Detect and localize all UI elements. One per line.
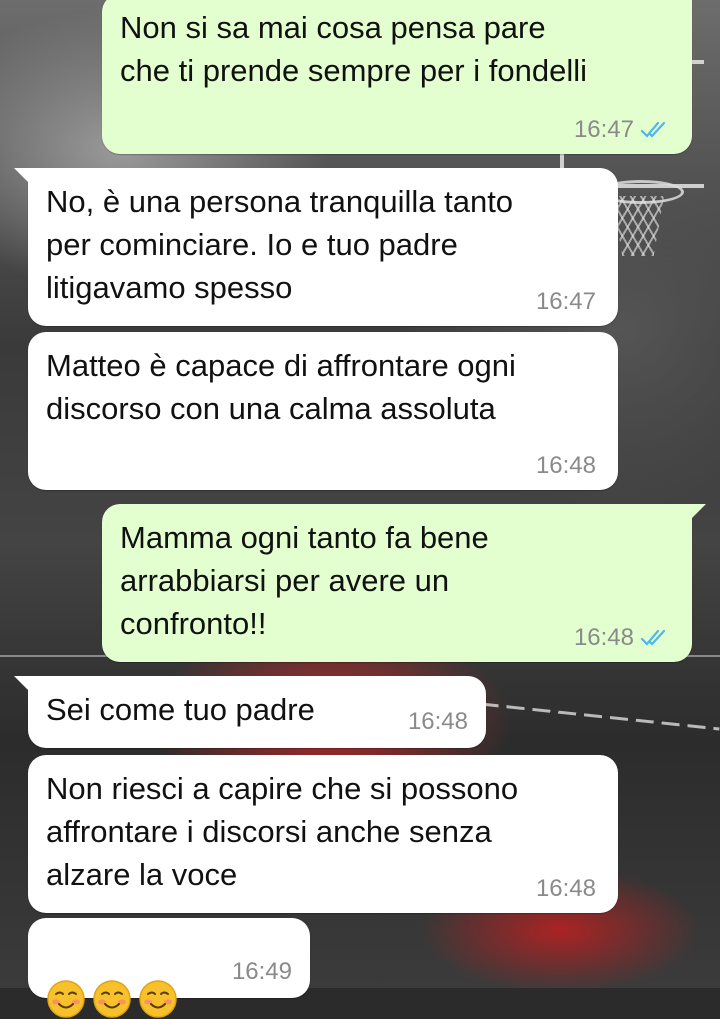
message-meta: 16:48 xyxy=(408,708,468,736)
message-text: Non riesci a capire che si possono affro… xyxy=(46,771,519,892)
message-meta: 16:48 xyxy=(574,624,670,652)
message-time: 16:48 xyxy=(535,875,596,902)
message-text: Sei come tuo padre xyxy=(46,692,315,727)
message-time: 16:47 xyxy=(573,116,634,143)
message-time: 16:49 xyxy=(231,958,292,985)
wallpaper-net xyxy=(612,196,664,256)
smiling-face-icon xyxy=(93,980,131,1018)
double-check-read-icon xyxy=(640,628,670,648)
bubble-tail xyxy=(14,168,32,186)
double-check-read-icon xyxy=(640,120,670,140)
smiling-face-icon xyxy=(47,980,85,1018)
message-time: 16:48 xyxy=(407,708,468,735)
message-meta: 16:49 xyxy=(232,958,292,986)
message-text: No, è una persona tranquilla tanto per c… xyxy=(46,184,514,305)
message-meta: 16:47 xyxy=(536,288,596,316)
message-text: Non si sa mai cosa pensa pare che ti pre… xyxy=(120,10,587,88)
message-bubble-incoming[interactable]: Matteo è capace di affrontare ogni disco… xyxy=(28,332,618,490)
message-bubble-outgoing[interactable]: Non si sa mai cosa pensa pare che ti pre… xyxy=(102,0,692,154)
message-bubble-incoming[interactable]: No, è una persona tranquilla tanto per c… xyxy=(14,168,618,326)
bubble-tail xyxy=(14,676,32,694)
message-meta: 16:47 xyxy=(574,116,670,144)
message-bubble-incoming[interactable]: 16:49 xyxy=(28,918,310,1018)
message-time: 16:48 xyxy=(573,624,634,651)
smiling-face-icon xyxy=(139,980,177,1018)
bubble-tail xyxy=(688,504,706,522)
message-bubble-outgoing[interactable]: Mamma ogni tanto fa bene arrabbiarsi per… xyxy=(102,504,706,662)
message-meta: 16:48 xyxy=(536,875,596,903)
message-bubble-incoming[interactable]: Sei come tuo padre 16:48 xyxy=(14,676,486,748)
message-bubble-incoming[interactable]: Non riesci a capire che si possono affro… xyxy=(28,755,618,913)
message-meta: 16:48 xyxy=(536,452,596,480)
message-time: 16:48 xyxy=(535,452,596,479)
message-time: 16:47 xyxy=(535,288,596,315)
message-text: Matteo è capace di affrontare ogni disco… xyxy=(46,348,516,426)
wallpaper-court-line xyxy=(480,702,720,731)
